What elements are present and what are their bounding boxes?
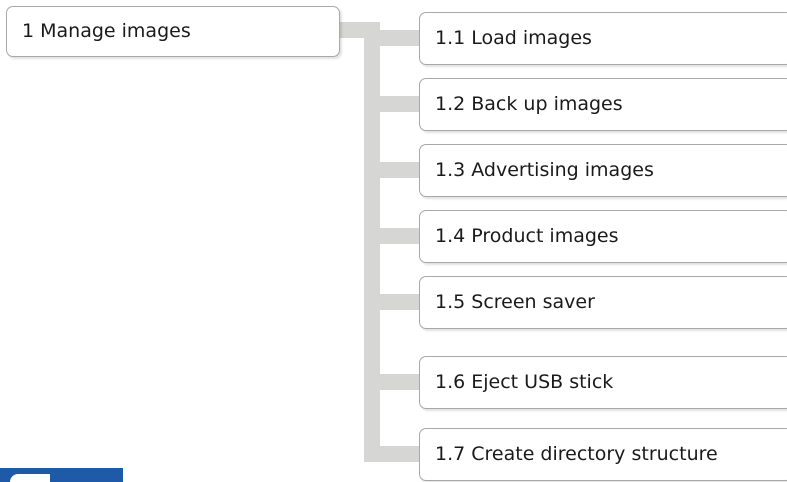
brand-logo-notch [10, 474, 50, 482]
child-node-1-6[interactable]: 1.6 Eject USB stick [419, 356, 787, 409]
connector-branch-1-1 [364, 30, 424, 46]
child-node-1-4[interactable]: 1.4 Product images [419, 210, 787, 263]
connector-branch-1-5 [364, 294, 424, 310]
child-node-label: 1.4 Product images [435, 225, 619, 247]
connector-branch-1-3 [364, 162, 424, 178]
child-node-1-5[interactable]: 1.5 Screen saver [419, 276, 787, 329]
connector-branch-1-6 [364, 374, 424, 390]
connector-branch-1-2 [364, 96, 424, 112]
root-node-label: 1 Manage images [22, 20, 191, 42]
child-node-label: 1.6 Eject USB stick [435, 371, 614, 393]
child-node-label: 1.5 Screen saver [435, 291, 595, 313]
child-node-1-2[interactable]: 1.2 Back up images [419, 78, 787, 131]
child-node-label: 1.2 Back up images [435, 93, 623, 115]
child-node-label: 1.7 Create directory structure [435, 443, 718, 465]
child-node-label: 1.3 Advertising images [435, 159, 654, 181]
connector-branch-1-4 [364, 228, 424, 244]
child-node-1-3[interactable]: 1.3 Advertising images [419, 144, 787, 197]
child-node-label: 1.1 Load images [435, 27, 592, 49]
connector-branch-1-7 [364, 446, 424, 462]
root-node[interactable]: 1 Manage images [6, 6, 340, 57]
child-node-1-1[interactable]: 1.1 Load images [419, 12, 787, 65]
child-node-1-7[interactable]: 1.7 Create directory structure [419, 428, 787, 481]
